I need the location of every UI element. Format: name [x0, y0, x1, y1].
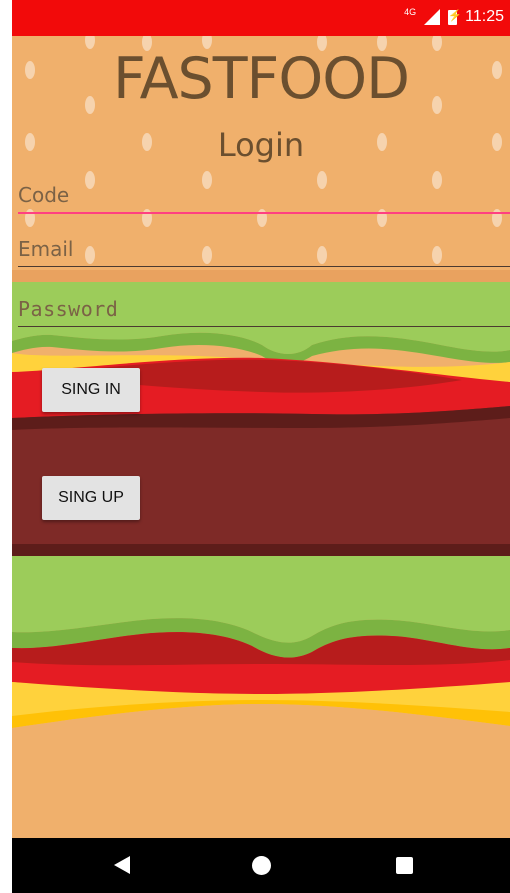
password-field[interactable] [18, 292, 510, 327]
code-field[interactable] [18, 178, 510, 214]
status-icons: 4G 11:25 [404, 7, 504, 26]
password-input[interactable] [18, 292, 510, 326]
sign-in-button[interactable]: SING IN [42, 368, 140, 412]
login-heading: Login [217, 126, 305, 164]
sign-up-button[interactable]: SING UP [42, 476, 140, 520]
network-type-label: 4G [404, 7, 417, 17]
recents-icon[interactable] [396, 857, 413, 874]
email-input[interactable] [18, 232, 510, 266]
email-field[interactable] [18, 232, 510, 267]
status-bar: 4G 11:25 [12, 0, 510, 36]
home-icon[interactable] [252, 856, 271, 875]
app-title: FASTFOOD [113, 46, 410, 112]
app-screen: 4G 11:25 [12, 0, 510, 893]
navigation-bar [12, 838, 510, 893]
signal-icon [424, 9, 441, 25]
battery-charging-icon [448, 9, 462, 25]
status-time: 11:25 [465, 8, 504, 25]
code-input[interactable] [18, 178, 510, 212]
back-icon[interactable] [114, 856, 130, 874]
